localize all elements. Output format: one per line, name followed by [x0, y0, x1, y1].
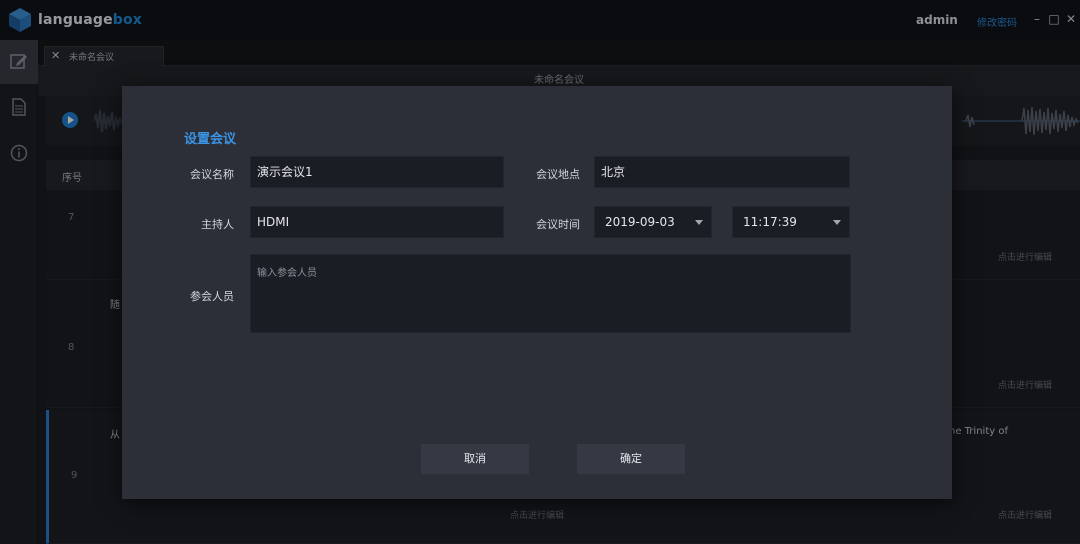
- participants-label: 参会人员: [190, 290, 234, 303]
- participants-placeholder: 输入参会人员: [257, 268, 317, 279]
- participants-textarea[interactable]: 输入参会人员: [250, 254, 851, 333]
- meeting-settings-dialog: 设置会议 会议名称 演示会议1 会议地点 北京 主持人 HDMI 会议时间 20…: [122, 86, 952, 499]
- chevron-down-icon: [695, 220, 703, 225]
- dialog-title: 设置会议: [184, 132, 237, 147]
- date-value: 2019-09-03: [605, 215, 675, 229]
- app-window: languagebox admin 修改密码 – □ ✕ ✕ 未命名会议 未命名…: [0, 0, 1080, 544]
- meeting-name-input[interactable]: 演示会议1: [250, 156, 504, 188]
- cancel-button[interactable]: 取消: [421, 444, 529, 474]
- host-input[interactable]: HDMI: [250, 206, 504, 238]
- time-value: 11:17:39: [743, 215, 797, 229]
- meeting-location-label: 会议地点: [536, 168, 580, 181]
- meeting-name-label: 会议名称: [190, 168, 234, 181]
- date-select[interactable]: 2019-09-03: [594, 206, 712, 238]
- meeting-time-label: 会议时间: [536, 218, 580, 231]
- host-label: 主持人: [201, 218, 234, 231]
- chevron-down-icon: [833, 220, 841, 225]
- confirm-button[interactable]: 确定: [577, 444, 685, 474]
- time-select[interactable]: 11:17:39: [732, 206, 850, 238]
- meeting-location-input[interactable]: 北京: [594, 156, 850, 188]
